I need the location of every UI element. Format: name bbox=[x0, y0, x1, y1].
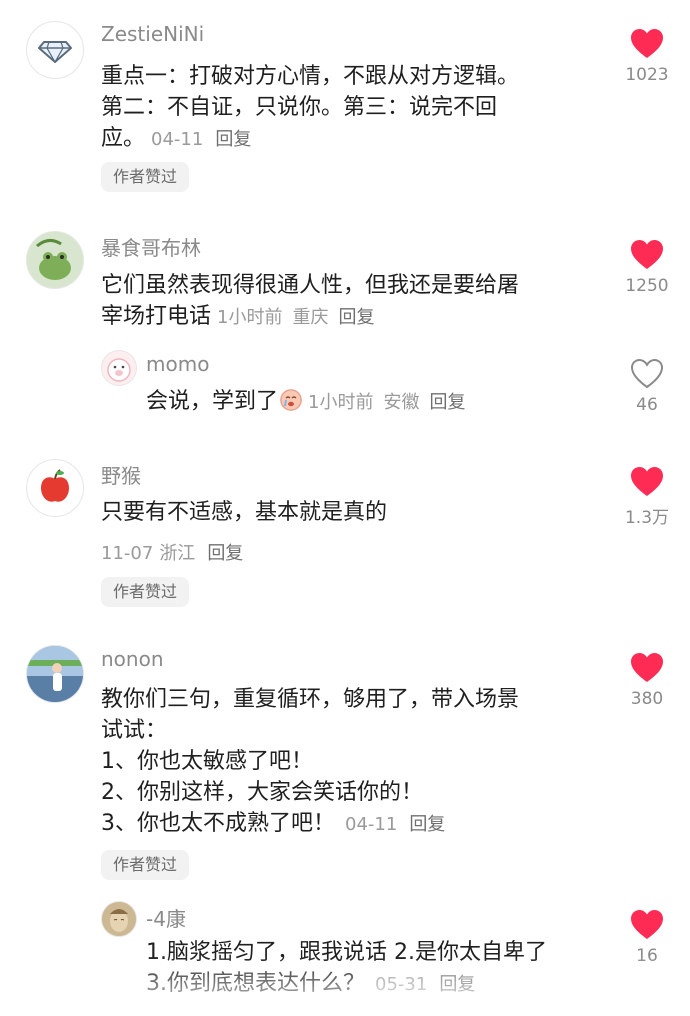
comment-line: 第二：不自证，只说你。第三：说完不回 bbox=[101, 95, 498, 120]
comment-line: 重点一：打破对方心情，不跟从对方逻辑。 bbox=[101, 64, 520, 89]
heart-filled-icon bbox=[631, 29, 663, 58]
comment-date: 11-07 bbox=[101, 543, 154, 564]
username[interactable]: -4康 bbox=[146, 903, 186, 932]
author-liked-badge: 作者赞过 bbox=[101, 850, 190, 880]
crying-face-icon bbox=[280, 389, 303, 411]
photo-avatar-icon bbox=[27, 646, 83, 702]
like-button[interactable]: 1.3万 bbox=[607, 466, 687, 528]
pig-icon bbox=[107, 358, 131, 382]
username[interactable]: 暴食哥布林 bbox=[101, 232, 201, 261]
avatar[interactable] bbox=[101, 350, 137, 386]
comment-time: 1小时前 bbox=[308, 392, 374, 413]
comment-text: 重点一：打破对方心情，不跟从对方逻辑。 第二：不自证，只说你。第三：说完不回 应… bbox=[101, 61, 519, 155]
like-button[interactable]: 16 bbox=[607, 909, 687, 966]
comment-line: 它们虽然表现得很通人性，但我还是要给屠 bbox=[101, 273, 520, 298]
comment-date: 04-11 bbox=[345, 814, 398, 835]
comment-text: 它们虽然表现得很通人性，但我还是要给屠 宰场打电话 1小时前 重庆 回复 bbox=[101, 270, 519, 333]
comment-date: 04-11 bbox=[151, 129, 204, 150]
avatar[interactable] bbox=[101, 901, 137, 937]
comment-line: 只要有不适感，基本就是真的 bbox=[101, 500, 388, 525]
comment-line: 2、你别这样，大家会笑话你的！ bbox=[101, 780, 423, 805]
apple-icon bbox=[41, 469, 69, 502]
reply-button[interactable]: 回复 bbox=[409, 814, 445, 835]
avatar[interactable] bbox=[26, 21, 84, 79]
like-count: 1250 bbox=[625, 276, 669, 296]
username[interactable]: 野猴 bbox=[101, 460, 141, 489]
like-count: 46 bbox=[636, 395, 658, 415]
reply-text: 1.脑浆摇匀了，跟我说话 2.是你太自卑了 3.你到底想表达什么？ 05-31 回复 bbox=[146, 937, 547, 1000]
avatar[interactable] bbox=[26, 459, 84, 517]
author-liked-badge: 作者赞过 bbox=[101, 162, 190, 192]
avatar[interactable] bbox=[26, 645, 84, 703]
like-count: 1023 bbox=[625, 65, 669, 85]
comment-line-last: 应。 04-11 回复 bbox=[101, 126, 252, 151]
like-button[interactable]: 1023 bbox=[607, 28, 687, 85]
diamond-icon bbox=[38, 41, 72, 64]
like-count: 380 bbox=[630, 689, 664, 709]
heart-filled-icon bbox=[631, 653, 663, 682]
username[interactable]: momo bbox=[146, 352, 209, 376]
heart-outline-icon bbox=[630, 358, 664, 389]
like-count: 1.3万 bbox=[624, 508, 670, 528]
comment-line-last: 3、你也太不成熟了吧！ 04-11 回复 bbox=[101, 811, 446, 836]
avatar[interactable] bbox=[26, 231, 84, 289]
buddha-statue-icon bbox=[102, 902, 136, 936]
heart-filled-icon bbox=[631, 910, 663, 939]
like-button[interactable]: 46 bbox=[607, 358, 687, 415]
like-count: 16 bbox=[636, 946, 658, 966]
like-button[interactable]: 380 bbox=[607, 652, 687, 709]
comment-line: 1、你也太敏感了吧！ bbox=[101, 749, 313, 774]
reply-button[interactable]: 回复 bbox=[207, 543, 243, 564]
reply-text: 会说，学到了 1小时前 安徽 回复 bbox=[146, 389, 466, 414]
reply-button[interactable]: 回复 bbox=[338, 307, 374, 328]
like-button[interactable]: 1250 bbox=[607, 239, 687, 296]
comment-line: 1.脑浆摇匀了，跟我说话 2.是你太自卑了 bbox=[146, 940, 547, 965]
comment-line: 试试： bbox=[101, 718, 168, 743]
reply-button[interactable]: 回复 bbox=[215, 129, 251, 150]
comment-location: 安徽 bbox=[383, 392, 420, 413]
reply-button[interactable]: 回复 bbox=[439, 974, 475, 995]
comment-line-last: 宰场打电话 1小时前 重庆 回复 bbox=[101, 304, 375, 329]
username[interactable]: ZestieNiNi bbox=[101, 22, 204, 46]
comment-text: 教你们三句，重复循环，够用了，带入场景 试试： 1、你也太敏感了吧！ 2、你别这… bbox=[101, 684, 519, 840]
comment-location: 浙江 bbox=[159, 543, 196, 564]
comment-line-last: 3.你到底想表达什么？ 05-31 回复 bbox=[146, 971, 476, 996]
heart-filled-icon bbox=[631, 240, 663, 269]
reply-button[interactable]: 回复 bbox=[429, 392, 465, 413]
username[interactable]: nonon bbox=[101, 647, 164, 671]
heart-filled-icon bbox=[631, 467, 663, 496]
comment-text: 只要有不适感，基本就是真的 bbox=[101, 497, 387, 528]
comment-date: 05-31 bbox=[375, 974, 428, 995]
frog-icon bbox=[27, 232, 83, 288]
author-liked-badge: 作者赞过 bbox=[101, 577, 190, 607]
comment-time: 1小时前 bbox=[217, 307, 283, 328]
comment-line: 教你们三句，重复循环，够用了，带入场景 bbox=[101, 687, 520, 712]
comment-location: 重庆 bbox=[292, 307, 329, 328]
comment-meta: 11-07 浙江 回复 bbox=[101, 539, 243, 565]
